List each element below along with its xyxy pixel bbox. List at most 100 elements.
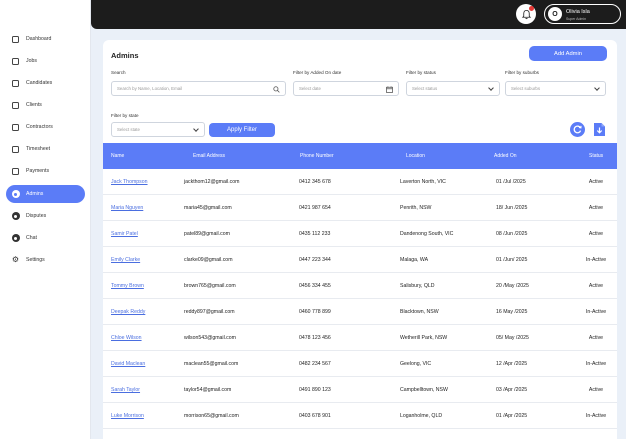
state-filter-select[interactable]: Select state (111, 122, 205, 137)
status-cell: In-Active (585, 361, 607, 367)
sidebar-item-settings[interactable]: ⚙ Settings (6, 251, 85, 269)
added-on-cell: 01 /Jul /2025 (496, 179, 526, 185)
column-header-status[interactable]: Status (589, 143, 603, 169)
phone-cell: 0460 778 899 (299, 309, 331, 315)
candidates-icon (11, 79, 20, 88)
column-header-name[interactable]: Name (111, 143, 124, 169)
column-header-location[interactable]: Location (406, 143, 425, 169)
table-row[interactable]: David Maclean maclean55@gmail.com 0482 2… (103, 351, 617, 377)
chevron-down-icon (488, 85, 494, 91)
location-cell: Dandenong South, VIC (400, 231, 454, 237)
chat-icon (11, 234, 20, 243)
status-filter-select[interactable]: Select status (406, 81, 500, 96)
table-row[interactable]: Luke Morrison morrison65@gmail.com 0403 … (103, 403, 617, 429)
disputes-icon (11, 212, 20, 221)
state-placeholder: Select state (117, 127, 140, 132)
column-header-added-on[interactable]: Added On (494, 143, 517, 169)
column-header-phone[interactable]: Phone Number (300, 143, 334, 169)
user-menu[interactable]: O Olivia Isla Super Admin (544, 4, 621, 24)
export-button[interactable] (592, 122, 607, 137)
location-cell: Loganholme, QLD (400, 413, 443, 419)
search-placeholder: Search by Name, Location, Email (117, 86, 183, 91)
admin-name-link[interactable]: Sarah Taylor (111, 377, 140, 403)
avatar: O (548, 7, 562, 21)
sidebar-item-candidates[interactable]: Candidates (6, 74, 85, 92)
sidebar-item-chat[interactable]: Chat (6, 229, 85, 247)
dashboard-icon (11, 35, 20, 44)
email-cell: morrison65@gmail.com (184, 413, 239, 419)
suburb-filter-label: Filter by suburbs (505, 70, 539, 75)
topbar: O Olivia Isla Super Admin (91, 0, 626, 29)
email-cell: wilson543@gmail.com (184, 335, 236, 341)
sidebar-item-admins[interactable]: Admins (6, 185, 85, 203)
column-header-email[interactable]: Email Address (193, 143, 225, 169)
search-label: Search (111, 70, 126, 75)
table-row[interactable]: Tommy Brown brown765@gmail.com 0456 334 … (103, 273, 617, 299)
table-row[interactable]: Emily Clarke clarke09@gmail.com 0447 223… (103, 247, 617, 273)
added-on-cell: 20 /May /2025 (496, 283, 529, 289)
admin-name-link[interactable]: Samir Patel (111, 221, 138, 247)
status-cell: Active (588, 205, 604, 211)
notification-badge (529, 6, 534, 11)
phone-cell: 0403 678 901 (299, 413, 331, 419)
admins-panel: Admins Add Admin Search Search by Name, … (103, 40, 617, 439)
table-row[interactable]: Maria Nguyen maria45@gmail.com 0421 987 … (103, 195, 617, 221)
refresh-button[interactable] (570, 122, 585, 137)
added-on-cell: 03 /Apr /2025 (496, 387, 528, 393)
add-admin-button[interactable]: Add Admin (529, 46, 607, 61)
table-row[interactable]: Chloe Wilson wilson543@gmail.com 0478 12… (103, 325, 617, 351)
search-input[interactable]: Search by Name, Location, Email (111, 81, 286, 96)
email-cell: patel89@gmail.com (184, 231, 230, 237)
table-row[interactable]: Jack Thompson jackthom12@gmail.com 0412 … (103, 169, 617, 195)
sidebar-item-label: Chat (26, 235, 37, 241)
sidebar-item-payments[interactable]: Payments (6, 162, 85, 180)
added-on-cell: 12 /Apr /2025 (496, 361, 528, 367)
admin-name-link[interactable]: Tommy Brown (111, 273, 144, 299)
sidebar-item-label: Admins (26, 191, 44, 197)
chevron-down-icon (193, 126, 199, 132)
sidebar: Dashboard Jobs Candidates Clients Contra… (0, 0, 91, 439)
status-cell: In-Active (585, 257, 607, 263)
sidebar-item-label: Settings (26, 257, 45, 263)
status-cell: Active (588, 335, 604, 341)
suburb-filter-select[interactable]: Select suburbs (505, 81, 606, 96)
phone-cell: 0482 234 567 (299, 361, 331, 367)
phone-cell: 0456 334 455 (299, 283, 331, 289)
phone-cell: 0447 223 344 (299, 257, 331, 263)
table-row[interactable]: Sarah Taylor taylor54@gmail.com 0491 890… (103, 377, 617, 403)
location-cell: Malaga, WA (400, 257, 429, 263)
status-cell: In-Active (585, 309, 607, 315)
sidebar-item-contractors[interactable]: Contractors (6, 118, 85, 136)
sidebar-item-clients[interactable]: Clients (6, 96, 85, 114)
user-name: Olivia Isla (566, 9, 590, 15)
date-filter-input[interactable]: Select date (293, 81, 399, 96)
sidebar-item-timesheet[interactable]: Timesheet (6, 140, 85, 158)
sidebar-item-disputes[interactable]: Disputes (6, 207, 85, 225)
apply-filter-button[interactable]: Apply Filter (209, 123, 275, 137)
page-title: Admins (111, 51, 139, 60)
notifications-button[interactable] (516, 4, 536, 24)
status-cell: Active (588, 179, 604, 185)
status-filter-label: Filter by status (406, 70, 436, 75)
table-row[interactable]: Deepak Reddy reddy897@gmail.com 0460 778… (103, 299, 617, 325)
admin-name-link[interactable]: Emily Clarke (111, 247, 140, 273)
admin-icon (11, 190, 20, 199)
admin-name-link[interactable]: Luke Morrison (111, 403, 144, 429)
admin-name-link[interactable]: Maria Nguyen (111, 195, 143, 221)
added-on-cell: 01 /Apr /2025 (496, 413, 528, 419)
sidebar-item-label: Clients (26, 102, 42, 108)
calendar-icon (386, 86, 393, 93)
admin-name-link[interactable]: Chloe Wilson (111, 325, 142, 351)
admin-name-link[interactable]: Jack Thompson (111, 169, 148, 195)
email-cell: taylor54@gmail.com (184, 387, 232, 393)
date-filter-label: Filter by Added On date (293, 70, 342, 75)
sidebar-item-jobs[interactable]: Jobs (6, 52, 85, 70)
table-row[interactable]: Samir Patel patel89@gmail.com 0435 112 2… (103, 221, 617, 247)
admin-name-link[interactable]: Deepak Reddy (111, 299, 145, 325)
status-placeholder: Select status (412, 86, 438, 91)
timesheet-icon (11, 145, 20, 154)
file-download-icon (594, 123, 605, 136)
sidebar-item-dashboard[interactable]: Dashboard (6, 30, 85, 48)
admin-name-link[interactable]: David Maclean (111, 351, 145, 377)
email-cell: maria45@gmail.com (184, 205, 232, 211)
